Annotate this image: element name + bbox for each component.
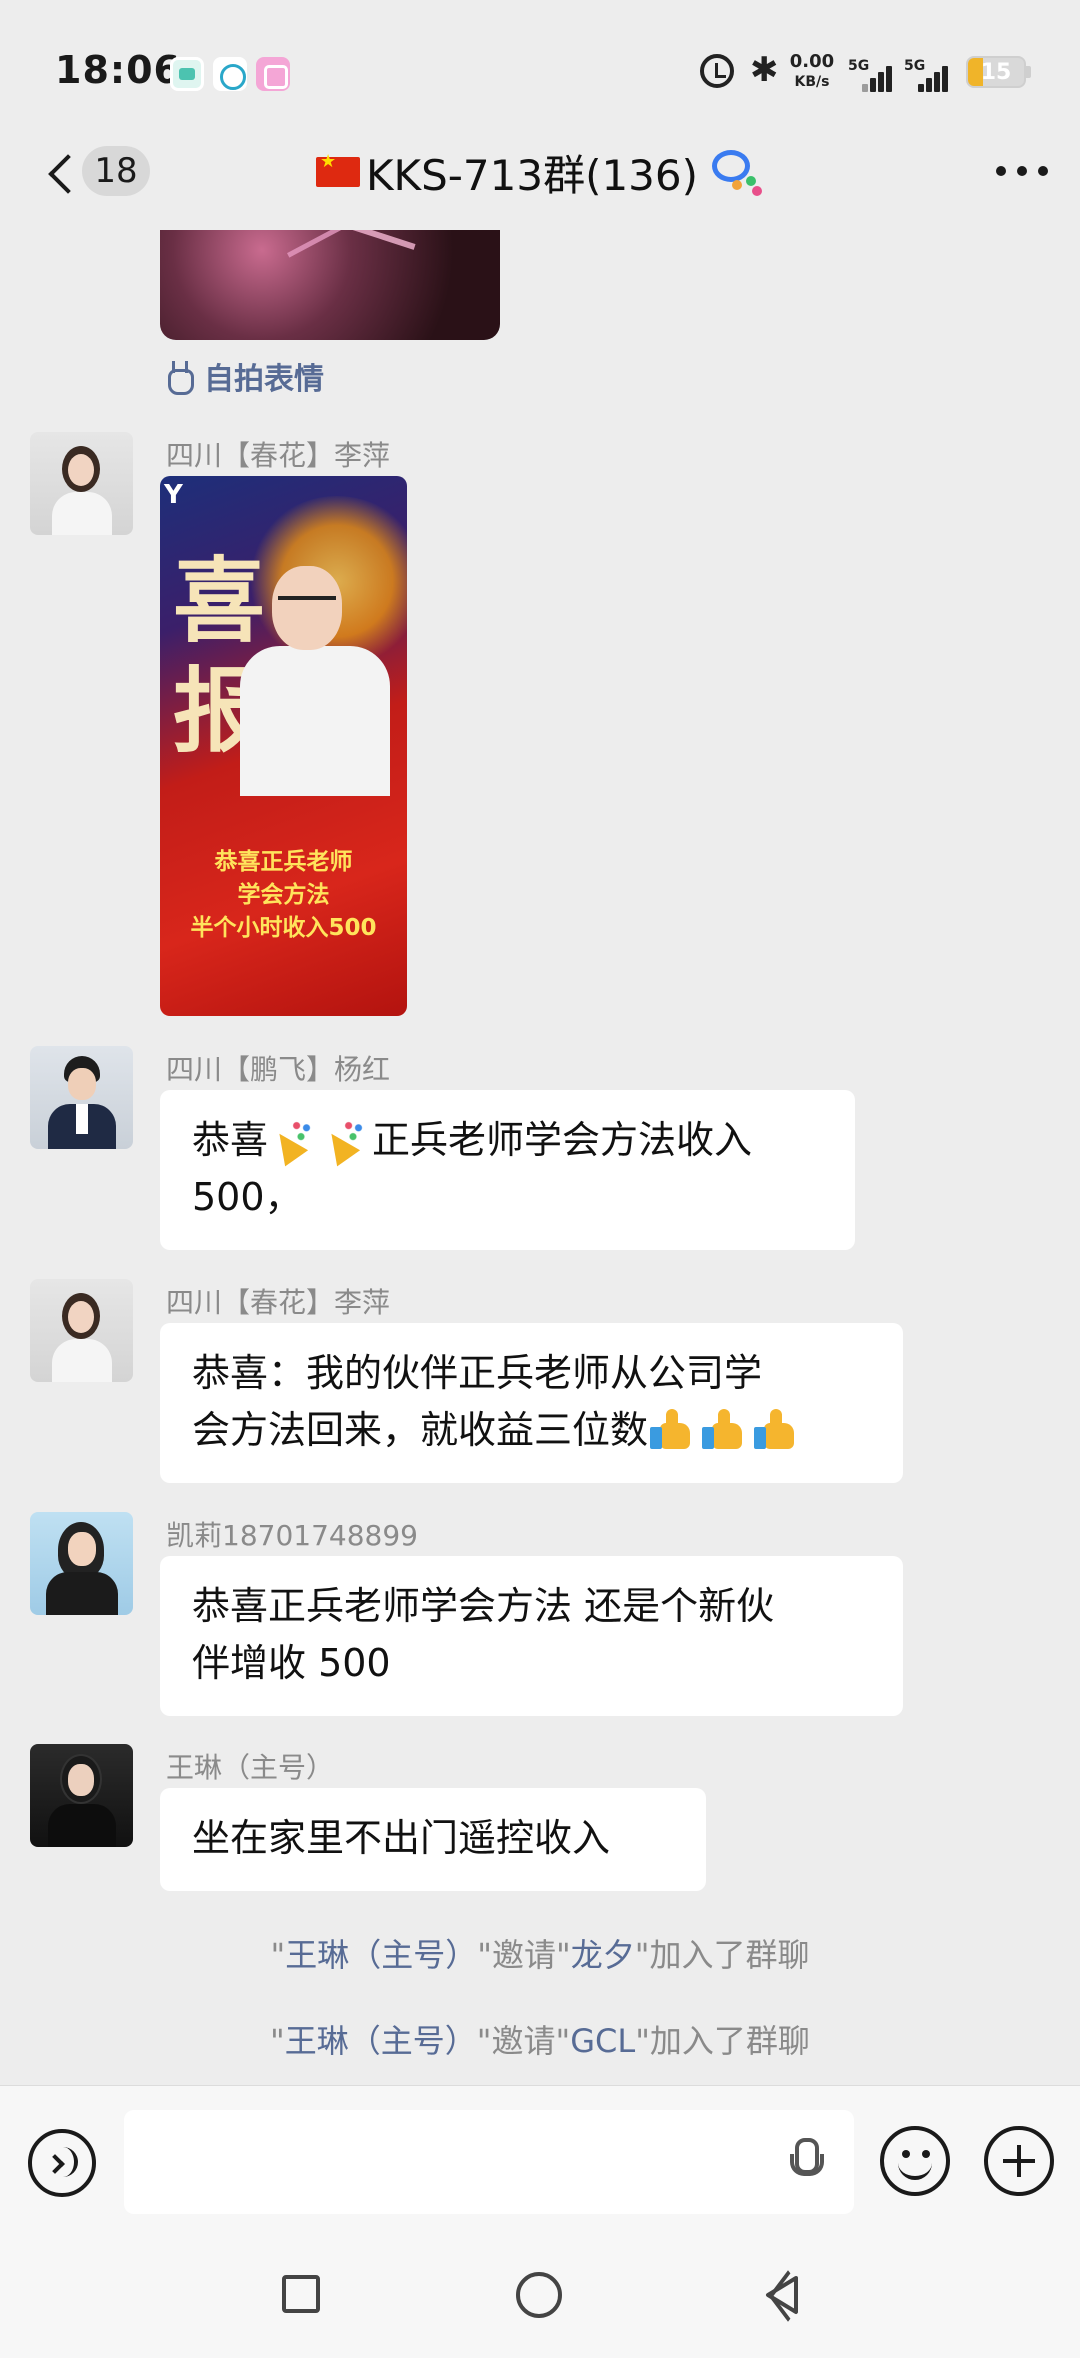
signal-icon: 5G xyxy=(904,56,952,92)
avatar[interactable] xyxy=(30,432,133,535)
poster-caption: 恭喜正兵老师 学会方法 半个小时收入500 xyxy=(190,849,377,941)
status-bar: 18:06 ✱ 0.00 KB/s 5G 5G 15 xyxy=(0,0,1080,130)
party-popper-icon xyxy=(322,1117,370,1161)
signal-label: 5G xyxy=(848,58,870,74)
notification-app-icon xyxy=(256,57,290,91)
avatar[interactable] xyxy=(30,1046,133,1149)
microphone-icon[interactable] xyxy=(790,2138,824,2186)
notice-invitee[interactable]: 龙夕 xyxy=(571,1936,635,1974)
emoji-icon[interactable] xyxy=(880,2126,950,2196)
battery-tip xyxy=(1026,66,1031,78)
chat-title-wrap[interactable]: KKS-713群(136) xyxy=(316,140,764,204)
notification-app-icon xyxy=(213,57,247,91)
home-circle-icon[interactable] xyxy=(516,2272,562,2318)
fireworks-image-message[interactable] xyxy=(160,230,500,340)
china-flag-icon xyxy=(316,151,360,187)
status-indicators: ✱ 0.00 KB/s 5G 5G 15 xyxy=(680,50,1080,100)
message-bubble[interactable]: 坐在家里不出门遥控收入 xyxy=(160,1788,706,1891)
thumbs-up-icon xyxy=(702,1407,750,1451)
system-notice: "王琳（主号）"邀请"龙夕"加入了群聊 xyxy=(270,1936,810,1974)
sender-name: 四川【春花】李萍 xyxy=(166,439,391,472)
notification-app-icon xyxy=(170,57,204,91)
alarm-icon xyxy=(700,54,734,88)
avatar[interactable] xyxy=(30,1744,133,1847)
network-speed-unit: KB/s xyxy=(794,74,830,90)
avatar[interactable] xyxy=(30,1279,133,1382)
status-time: 18:06 xyxy=(55,48,181,92)
bluetooth-icon: ✱ xyxy=(750,50,779,90)
thumbs-up-icon xyxy=(754,1407,802,1451)
message-bubble[interactable]: 恭喜正兵老师学会方法 还是个新伙 伴增收 500 xyxy=(160,1556,903,1716)
signal-icon: 5G xyxy=(848,56,896,92)
battery-icon: 15 xyxy=(966,56,1026,88)
network-speed-value: 0.00 xyxy=(789,51,835,72)
chat-bubble-icon xyxy=(712,146,764,198)
plus-icon[interactable] xyxy=(984,2126,1054,2196)
back-triangle-icon[interactable] xyxy=(762,2274,802,2316)
back-chevron-icon[interactable] xyxy=(40,152,80,202)
selfie-sticker-label: 自拍表情 xyxy=(204,362,324,397)
recents-square-icon[interactable] xyxy=(282,2275,320,2313)
more-icon[interactable] xyxy=(996,166,1048,178)
message-bubble[interactable]: 恭喜：我的伙伴正兵老师从公司学 会方法回来，就收益三位数 xyxy=(160,1323,903,1483)
sender-name: 王琳（主号） xyxy=(166,1751,335,1784)
notice-inviter[interactable]: 王琳（主号） xyxy=(285,2022,477,2060)
avatar[interactable] xyxy=(30,1512,133,1615)
thumbs-up-icon xyxy=(650,1407,698,1451)
input-bar xyxy=(0,2085,1080,2238)
sender-name: 四川【春花】李萍 xyxy=(166,1286,391,1319)
notice-inviter[interactable]: 王琳（主号） xyxy=(285,1936,477,1974)
system-navigation-bar xyxy=(0,2238,1080,2358)
victory-hand-icon xyxy=(166,361,194,395)
selfie-sticker-link[interactable]: 自拍表情 xyxy=(166,354,324,398)
network-speed: 0.00 KB/s xyxy=(782,52,842,92)
brand-logo-icon: Y xyxy=(164,480,183,510)
system-notice: "王琳（主号）"邀请"GCL"加入了群聊 xyxy=(270,2022,810,2060)
chat-header: 18 KKS-713群(136) xyxy=(0,130,1080,230)
chat-title: KKS-713群(136) xyxy=(366,150,699,200)
message-bubble[interactable]: 恭喜 正兵老师学会方法收入 500， xyxy=(160,1090,855,1250)
notice-invitee[interactable]: GCL xyxy=(570,2022,635,2060)
signal-label: 5G xyxy=(904,58,926,74)
party-popper-icon xyxy=(270,1117,318,1161)
poster-image-message[interactable]: Y 喜报 恭喜正兵老师 学会方法 半个小时收入500 xyxy=(160,476,407,1016)
unread-count-badge[interactable]: 18 xyxy=(82,146,150,196)
voice-icon[interactable] xyxy=(28,2129,96,2197)
message-input[interactable] xyxy=(124,2110,854,2214)
sender-name: 四川【鹏飞】杨红 xyxy=(166,1053,391,1086)
battery-level: 15 xyxy=(980,60,1012,85)
sender-name: 凯莉18701748899 xyxy=(166,1519,418,1552)
chat-area[interactable]: 自拍表情 四川【春花】李萍 Y 喜报 恭喜正兵老师 学会方法 半个小时收入500 xyxy=(0,230,1080,2085)
